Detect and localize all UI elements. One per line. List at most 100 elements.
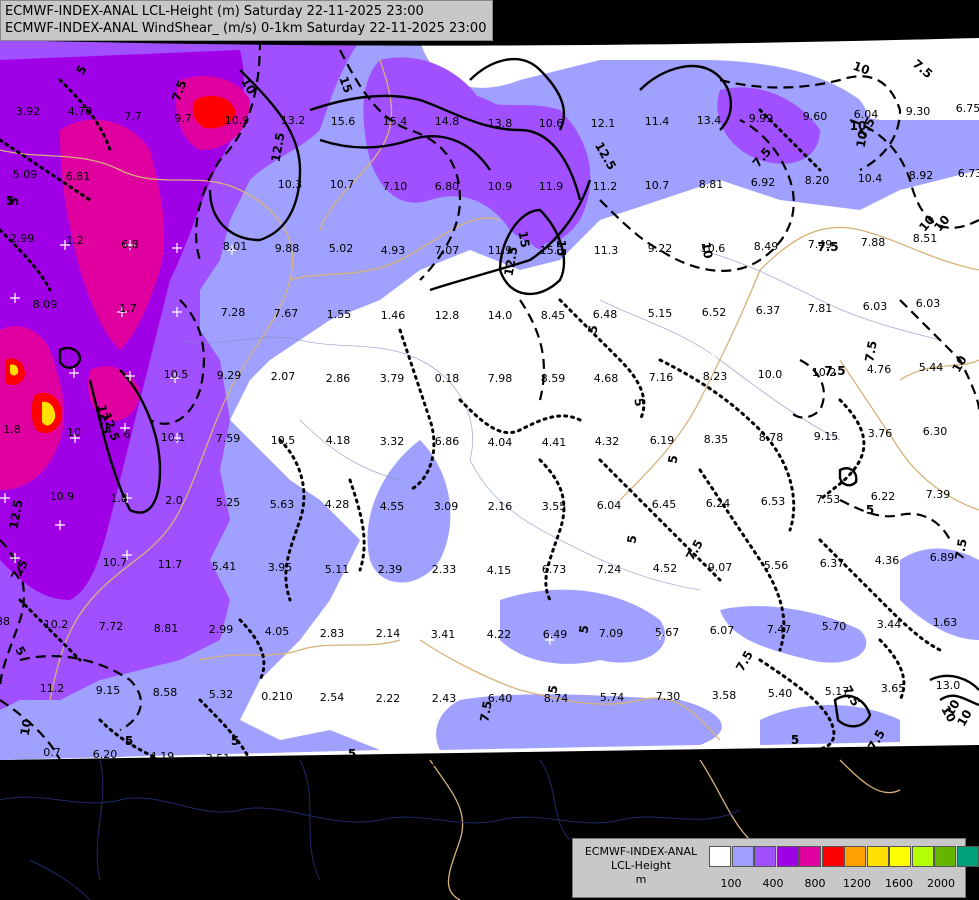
shear-value: 2.00: [431, 756, 456, 769]
shear-value: 10: [67, 426, 81, 439]
shear-value: 8.23: [703, 370, 728, 383]
shear-value: 5.67: [655, 626, 680, 639]
shear-value: 1.2: [66, 234, 84, 247]
shear-value: 7.07: [435, 244, 460, 257]
shear-value: 4.70: [68, 105, 93, 118]
shear-value: 8.81: [699, 178, 724, 191]
shear-value: 8.35: [704, 433, 729, 446]
shear-value: 6.81: [66, 170, 91, 183]
shear-value: 4.19: [150, 750, 175, 763]
shear-value: 8.45: [541, 309, 566, 322]
shear-value: 6.19: [650, 434, 675, 447]
shear-value: 8.09: [33, 298, 58, 311]
shear-value: 9.29: [217, 369, 242, 382]
shear-value: 3.92: [16, 105, 41, 118]
shear-value: 3.58: [712, 689, 737, 702]
shear-value: 10.9: [488, 180, 513, 193]
shear-value: 2.83: [320, 627, 345, 640]
legend-title: ECMWF-INDEX-ANAL LCL-Height m: [577, 845, 705, 887]
shear-value: 7.88: [861, 236, 886, 249]
shear-value: 13.4: [697, 114, 722, 127]
shear-value: 1.63: [933, 616, 958, 629]
shear-value: 10.0: [758, 368, 783, 381]
shear-value: 9.99: [749, 112, 774, 125]
shear-value: 2.33: [432, 563, 457, 576]
shear-value: 6.73: [542, 563, 567, 576]
shear-value: 9.07: [708, 561, 733, 574]
shear-value: 2.86: [326, 372, 351, 385]
shear-value: 0.7: [43, 746, 61, 759]
shear-value: 2.23: [375, 756, 400, 769]
shear-value: 4.76: [867, 363, 892, 376]
shear-value: 6.37: [756, 304, 781, 317]
shear-value: 5.02: [329, 242, 354, 255]
shear-value: 10.3: [278, 178, 303, 191]
shear-value: 9.30: [906, 105, 931, 118]
shear-value: 9.22: [648, 242, 673, 255]
shear-value: 2.99: [209, 623, 234, 636]
shear-value: 7.39: [926, 488, 951, 501]
legend-swatch: [731, 846, 754, 867]
shear-value: 7.16: [649, 371, 674, 384]
shear-value: 6.37: [820, 557, 845, 570]
shear-value: 6.89: [930, 551, 955, 564]
shear-value: 6.03: [863, 300, 888, 313]
legend-swatch: [911, 846, 934, 867]
shear-value: 0.210: [261, 690, 293, 703]
shear-value: 8.92: [909, 169, 934, 182]
shear-value: 2.22: [376, 692, 401, 705]
shear-value: 2.16: [488, 500, 513, 513]
contour-label: 5: [231, 734, 239, 748]
shear-value: 4.68: [594, 372, 619, 385]
shear-value: 8.69: [601, 756, 626, 769]
shear-value: 11.7: [158, 558, 183, 571]
legend-swatch: [934, 846, 956, 867]
legend-ticks: 100 400 800 1200 1600 2000: [709, 877, 969, 891]
shear-value: 1.8: [3, 423, 21, 436]
shear-value: 15.4: [383, 115, 408, 128]
shear-value: 1.46: [381, 309, 406, 322]
shear-value: 5.32: [209, 688, 234, 701]
shear-value: 8.78: [759, 431, 784, 444]
legend-line-1: ECMWF-INDEX-ANAL: [584, 845, 698, 858]
legend-tick: 2000: [927, 877, 955, 890]
shear-value: 5.56: [764, 559, 789, 572]
shear-value: 6.92: [751, 176, 776, 189]
legend-swatch: [709, 846, 731, 867]
shear-value: 6.03: [488, 757, 513, 770]
shear-value: 6.04: [597, 499, 622, 512]
shear-value: 11.4: [645, 115, 670, 128]
shear-value: 8.58: [153, 686, 178, 699]
shear-value: 7.72: [99, 620, 124, 633]
legend-swatch: [866, 846, 889, 867]
shear-value: 5.74: [600, 691, 625, 704]
shear-value: 10.9: [225, 114, 250, 127]
shear-value: 6.53: [761, 495, 786, 508]
shear-value: 6.22: [871, 490, 896, 503]
contour-label: 7.5: [817, 240, 838, 254]
contour-label: 7.5: [824, 364, 845, 378]
shear-value: 6.24: [706, 497, 731, 510]
shear-value: 10.1: [161, 431, 186, 444]
shear-value: 4.50: [318, 755, 343, 768]
shear-value: 8.59: [541, 372, 566, 385]
shear-value: 13.8: [488, 117, 513, 130]
legend-swatch: [844, 846, 866, 867]
shear-value: 7.7: [124, 110, 142, 123]
legend-swatch: [889, 846, 911, 867]
shear-value: 14.0: [488, 309, 513, 322]
map-title: ECMWF-INDEX-ANAL LCL-Height (m) Saturday…: [0, 0, 494, 41]
shear-value: 11.2: [593, 180, 618, 193]
shear-value: 6.76: [544, 757, 569, 770]
shear-value: 7.09: [599, 627, 624, 640]
shear-value: 0.18: [435, 372, 460, 385]
contour-label: 10: [699, 241, 716, 260]
shear-value: 8.01: [223, 240, 248, 253]
contour-label: 10: [18, 718, 35, 737]
shear-value: 6.20: [93, 748, 118, 761]
shear-value: 8.74: [826, 750, 851, 763]
shear-value: 8.81: [154, 622, 179, 635]
legend-tick: 1200: [843, 877, 871, 890]
shear-value: 4.32: [595, 435, 620, 448]
shear-value: 3.09: [434, 500, 459, 513]
